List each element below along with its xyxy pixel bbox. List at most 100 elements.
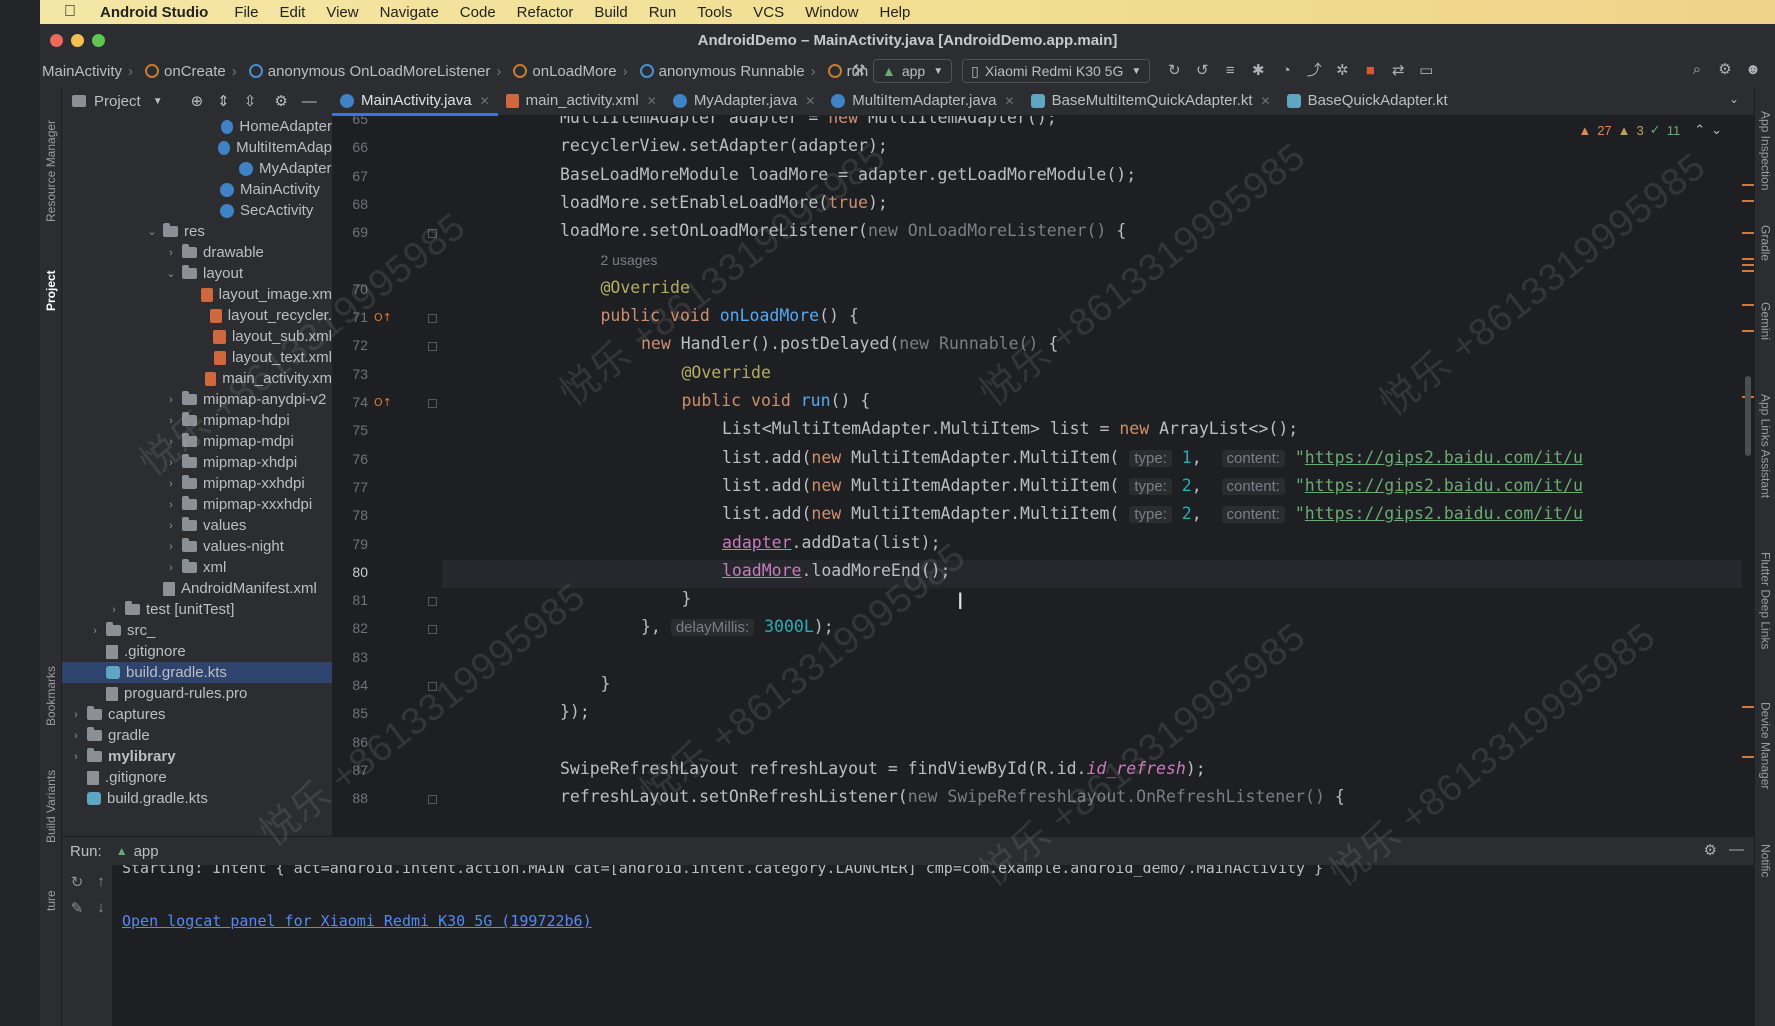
tree-item[interactable]: proguard-rules.pro: [62, 683, 332, 704]
code-line[interactable]: BaseLoadMoreModule loadMore = adapter.ge…: [560, 165, 1136, 184]
menu-refactor[interactable]: Refactor: [517, 4, 574, 21]
tool-device-manager[interactable]: Device Manager: [1755, 686, 1775, 806]
tree-item[interactable]: ⌄ res: [62, 221, 332, 242]
tool-structure[interactable]: ture: [40, 876, 62, 926]
chevron-down-icon[interactable]: ⌄: [1711, 122, 1722, 138]
breadcrumb-runnable[interactable]: anonymous Runnable ›: [639, 63, 822, 80]
close-icon[interactable]: ✕: [647, 94, 657, 108]
menu-app-name[interactable]: Android Studio: [100, 4, 208, 21]
bug-icon[interactable]: ✲: [1333, 62, 1351, 80]
tool-flutter-deep-links[interactable]: Flutter Deep Links: [1755, 536, 1775, 666]
locate-icon[interactable]: ⊕: [191, 92, 204, 110]
search-icon[interactable]: ⌕: [1688, 61, 1706, 79]
tree-item[interactable]: › mipmap-anydpi-v2: [62, 389, 332, 410]
tree-item[interactable]: .gitignore: [62, 767, 332, 788]
tree-item[interactable]: › mylibrary: [62, 746, 332, 767]
code-line[interactable]: @Override: [682, 363, 771, 382]
menu-build[interactable]: Build: [594, 4, 627, 21]
breadcrumb-oncreate[interactable]: onCreate ›: [145, 63, 243, 80]
run-console[interactable]: Starting: Intent { act=android.intent.ac…: [112, 865, 1754, 1026]
chevron-down-icon[interactable]: ⌄: [145, 225, 159, 238]
close-icon[interactable]: ✕: [1005, 94, 1015, 108]
tree-item[interactable]: › mipmap-xhdpi: [62, 452, 332, 473]
code-line[interactable]: });: [560, 702, 590, 721]
debug-icon[interactable]: ✱: [1249, 62, 1267, 80]
editor-scrollbar[interactable]: [1742, 116, 1754, 836]
breadcrumb-mainactivity[interactable]: MainActivity ›: [42, 63, 139, 80]
code-area[interactable]: MultiItemAdapter adapter = new MultiItem…: [332, 116, 1742, 836]
close-icon[interactable]: ✕: [1261, 94, 1271, 108]
tree-item[interactable]: › test [unitTest]: [62, 599, 332, 620]
chevron-right-icon[interactable]: ›: [164, 394, 178, 406]
tree-item[interactable]: › src_: [62, 620, 332, 641]
menu-window[interactable]: Window: [805, 4, 858, 21]
tree-item[interactable]: layout_recycler.: [62, 305, 332, 326]
tree-item[interactable]: › mipmap-mdpi: [62, 431, 332, 452]
tree-item[interactable]: layout_text.xml: [62, 347, 332, 368]
apply-changes-icon[interactable]: ↺: [1193, 62, 1211, 80]
rerun-icon[interactable]: ↻: [1165, 62, 1183, 80]
project-panel-title[interactable]: Project: [94, 93, 141, 110]
tree-item[interactable]: › drawable: [62, 242, 332, 263]
chevron-right-icon[interactable]: ›: [164, 415, 178, 427]
tool-notifications[interactable]: Notific: [1755, 826, 1775, 896]
code-line[interactable]: public void run() {: [682, 391, 871, 410]
chevron-right-icon[interactable]: ›: [107, 604, 121, 616]
collapse-all-icon[interactable]: ⇳: [244, 92, 257, 110]
code-line[interactable]: }, delayMillis: 3000L);: [641, 617, 834, 637]
code-editor[interactable]: 65 66 67 68 69 70 71 O↑ 72 73 74 O↑ 75 76 77 78 79 80 81 82…: [332, 116, 1742, 836]
tree-item[interactable]: HomeAdapter: [62, 116, 332, 137]
breadcrumb-listener[interactable]: anonymous OnLoadMoreListener ›: [248, 63, 508, 80]
menu-run[interactable]: Run: [649, 4, 677, 21]
close-icon[interactable]: ✕: [805, 94, 815, 108]
chevron-right-icon[interactable]: ›: [88, 625, 102, 637]
chevron-up-icon[interactable]: ⌃: [1694, 122, 1705, 138]
chevron-right-icon[interactable]: ›: [164, 478, 178, 490]
chevron-right-icon[interactable]: ›: [164, 541, 178, 553]
tab-myadapter-java[interactable]: MyAdapter.java ✕: [665, 86, 823, 116]
menu-edit[interactable]: Edit: [279, 4, 305, 21]
tabs-overflow-icon[interactable]: ⌄: [1729, 92, 1739, 106]
tool-app-links[interactable]: App Links Assistant: [1755, 376, 1775, 516]
tab-multiitemadapter-java[interactable]: MultiItemAdapter.java ✕: [823, 86, 1022, 116]
tree-item[interactable]: ⌄ layout: [62, 263, 332, 284]
tool-gradle[interactable]: Gradle: [1755, 216, 1775, 271]
rerun-icon[interactable]: ↻: [68, 873, 86, 891]
chevron-right-icon[interactable]: ›: [69, 709, 83, 721]
tree-item[interactable]: main_activity.xm: [62, 368, 332, 389]
code-line[interactable]: list.add(new MultiItemAdapter.MultiItem(…: [722, 504, 1583, 524]
tool-gemini[interactable]: Gemini: [1755, 291, 1775, 351]
chevron-down-icon[interactable]: ▼: [153, 96, 163, 107]
chevron-right-icon[interactable]: ›: [164, 520, 178, 532]
coverage-icon[interactable]: ≡: [1221, 62, 1239, 80]
tree-item[interactable]: › mipmap-hdpi: [62, 410, 332, 431]
tab-main-activity-xml[interactable]: main_activity.xml ✕: [498, 86, 665, 116]
sync-gradle-icon[interactable]: ⇄: [1389, 62, 1407, 80]
tree-item[interactable]: .gitignore: [62, 641, 332, 662]
code-line[interactable]: @Override: [601, 278, 690, 297]
code-line[interactable]: }: [601, 674, 611, 693]
minimize-window-button[interactable]: [71, 34, 84, 47]
apple-icon[interactable]: : [64, 3, 86, 21]
expand-all-icon[interactable]: ⇕: [217, 92, 230, 110]
wrench-icon[interactable]: ✎: [68, 899, 86, 917]
tab-mainactivity-java[interactable]: MainActivity.java ✕: [332, 86, 498, 116]
gear-icon[interactable]: ⚙: [1716, 61, 1734, 79]
code-line[interactable]: adapter.addData(list);: [722, 533, 941, 552]
tool-resource-manager[interactable]: Resource Manager: [40, 106, 62, 236]
code-line[interactable]: SwipeRefreshLayout refreshLayout = findV…: [560, 759, 1206, 778]
chevron-right-icon[interactable]: ›: [69, 751, 83, 763]
tree-item[interactable]: › mipmap-xxxhdpi: [62, 494, 332, 515]
zoom-window-button[interactable]: [92, 34, 105, 47]
menu-view[interactable]: View: [326, 4, 358, 21]
tree-item[interactable]: MultiItemAdap: [62, 137, 332, 158]
tool-bookmarks[interactable]: Bookmarks: [40, 651, 62, 741]
attach-debugger-icon[interactable]: ⤴: [1305, 62, 1323, 80]
code-line[interactable]: loadMore.loadMoreEnd();: [722, 561, 951, 580]
tree-item[interactable]: build.gradle.kts: [62, 788, 332, 809]
code-line[interactable]: recyclerView.setAdapter(adapter);: [560, 136, 888, 155]
console-logcat-link[interactable]: Open logcat panel for Xiaomi Redmi K30 5…: [122, 912, 592, 930]
code-line[interactable]: public void onLoadMore() {: [601, 306, 859, 325]
tree-item[interactable]: › captures: [62, 704, 332, 725]
code-line[interactable]: loadMore.setEnableLoadMore(true);: [560, 193, 888, 212]
